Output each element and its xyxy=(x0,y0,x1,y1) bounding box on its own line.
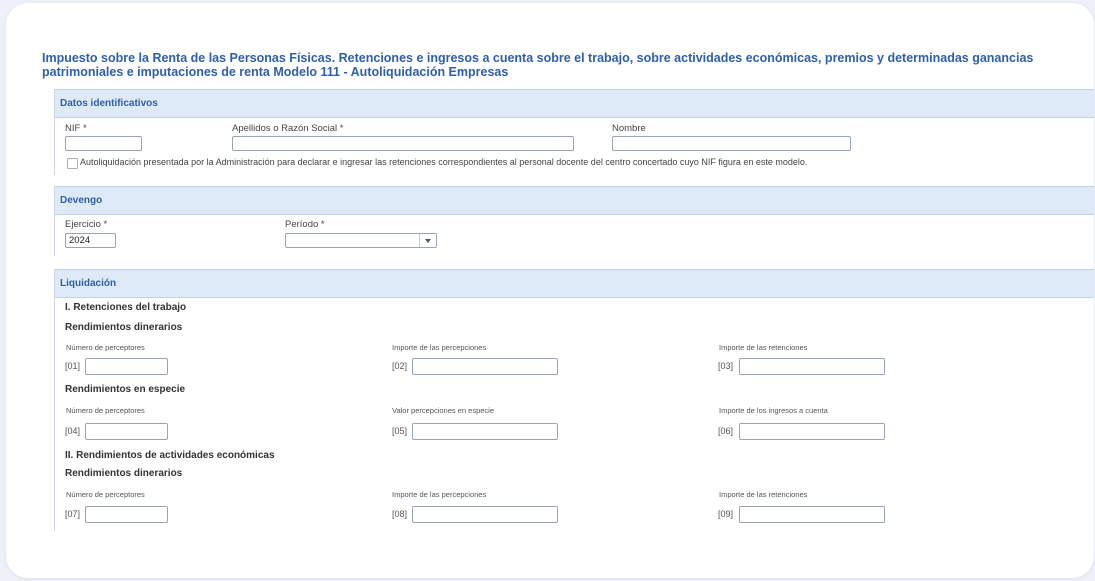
casilla-07-input[interactable] xyxy=(85,506,168,523)
ejercicio-input[interactable]: 2024 xyxy=(65,233,116,248)
casilla-02-input[interactable] xyxy=(412,358,558,375)
datos-identificativos-header: Datos identificativos xyxy=(55,89,1094,118)
code-01: [01] xyxy=(65,361,81,371)
page-title-line1: Impuesto sobre la Renta de las Personas … xyxy=(42,51,1034,65)
ejercicio-label: Ejercicio * xyxy=(65,219,108,230)
code-05: [05] xyxy=(392,426,408,436)
casilla-01-input[interactable] xyxy=(85,358,168,375)
nif-label: NIF * xyxy=(65,123,87,134)
chevron-down-icon[interactable] xyxy=(419,234,436,247)
rendimientos-dinerarios-heading: Rendimientos dinerarios xyxy=(65,322,183,333)
datos-identificativos-panel: Datos identificativos NIF * Apellidos o … xyxy=(54,89,1094,175)
periodo-label: Período * xyxy=(285,219,325,230)
code-09: [09] xyxy=(718,509,734,519)
row3-label-1: Número de perceptores xyxy=(66,490,145,499)
rendimientos-especie-heading: Rendimientos en especie xyxy=(65,384,186,395)
nombre-input[interactable] xyxy=(612,136,851,151)
row2-label-2: Valor percepciones en especie xyxy=(392,406,495,415)
apellidos-label: Apellidos o Razón Social * xyxy=(232,123,344,134)
rendimientos-dinerarios-2-heading: Rendimientos dinerarios xyxy=(65,468,183,479)
code-07: [07] xyxy=(65,509,81,519)
casilla-04-input[interactable] xyxy=(85,423,168,440)
page-title-line2: patrimoniales e imputaciones de renta Mo… xyxy=(42,65,509,79)
row2-label-3: Importe de los ingresos a cuenta xyxy=(719,406,828,415)
row3-label-2: Importe de las percepciones xyxy=(392,490,487,499)
code-08: [08] xyxy=(392,509,408,519)
code-04: [04] xyxy=(65,426,81,436)
code-06: [06] xyxy=(718,426,734,436)
devengo-header: Devengo xyxy=(55,186,1094,215)
nombre-label: Nombre xyxy=(612,123,646,134)
row1-label-1: Número de perceptores xyxy=(66,343,145,352)
retenciones-trabajo-heading: I. Retenciones del trabajo xyxy=(65,302,187,313)
form-card: Impuesto sobre la Renta de las Personas … xyxy=(6,3,1094,578)
code-03: [03] xyxy=(718,361,734,371)
liquidacion-header: Liquidación xyxy=(55,269,1094,298)
periodo-select[interactable] xyxy=(285,233,437,248)
docente-checkbox[interactable] xyxy=(67,158,78,169)
row1-label-3: Importe de las retenciones xyxy=(719,343,808,352)
row1-label-2: Importe de las percepciones xyxy=(392,343,487,352)
docente-checkbox-label: Autoliquidación presentada por la Admini… xyxy=(80,157,808,167)
actividades-economicas-heading: II. Rendimientos de actividades económic… xyxy=(65,450,275,461)
apellidos-input[interactable] xyxy=(232,136,574,151)
code-02: [02] xyxy=(392,361,408,371)
casilla-08-input[interactable] xyxy=(412,506,558,523)
casilla-05-input[interactable] xyxy=(412,423,558,440)
nif-input[interactable] xyxy=(65,136,142,151)
casilla-06-input[interactable] xyxy=(739,423,885,440)
page-title: Impuesto sobre la Renta de las Personas … xyxy=(42,51,1094,79)
casilla-03-input[interactable] xyxy=(739,358,885,375)
casilla-09-input[interactable] xyxy=(739,506,885,523)
liquidacion-panel: Liquidación I. Retenciones del trabajo R… xyxy=(54,269,1094,531)
form-content: Impuesto sobre la Renta de las Personas … xyxy=(42,51,1094,531)
row3-label-3: Importe de las retenciones xyxy=(719,490,808,499)
devengo-panel: Devengo Ejercicio * 2024 Período * xyxy=(54,186,1094,256)
row2-label-1: Número de perceptores xyxy=(66,406,145,415)
